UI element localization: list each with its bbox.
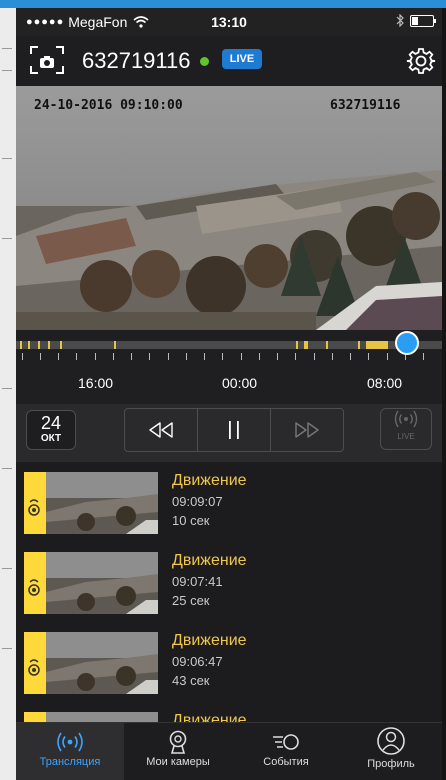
event-time: 09:09:07: [172, 494, 223, 509]
timeline-handle[interactable]: [395, 331, 419, 355]
event-marker: [326, 341, 328, 349]
list-item[interactable]: Движение 09:09:07 10 сек: [16, 462, 442, 542]
rewind-button[interactable]: [125, 409, 198, 451]
bluetooth-icon: [396, 14, 404, 27]
motion-icon: [28, 499, 40, 516]
motion-stripe: [24, 552, 46, 614]
motion-stripe: [24, 712, 46, 722]
timeline-label: 00:00: [222, 375, 258, 391]
snapshot-icon[interactable]: [30, 45, 64, 75]
timeline[interactable]: 16:00 00:00 08:00: [16, 330, 442, 404]
event-title: Движение: [172, 712, 247, 722]
event-title: Движение: [172, 632, 247, 649]
tab-bar: Трансляция Мои камеры События Профиль: [16, 722, 442, 780]
date-picker-button[interactable]: 24 ОКТ: [26, 410, 76, 450]
desktop-right-edge: [442, 8, 446, 780]
motion-icon: [28, 579, 40, 596]
battery-icon: [410, 14, 436, 27]
event-duration: 10 сек: [172, 513, 210, 528]
pause-icon: [229, 421, 239, 439]
tab-label: Мои камеры: [146, 756, 210, 768]
playback-group: [124, 408, 344, 452]
status-bar: ●●●●● MegaFon 13:10: [16, 8, 442, 36]
tab-my-cameras[interactable]: Мои камеры: [124, 723, 232, 780]
list-item[interactable]: Движение 09:07:41 25 сек: [16, 542, 442, 622]
camera-id: 632719116: [82, 48, 191, 73]
motion-stripe: [24, 472, 46, 534]
live-video[interactable]: 24-10-2016 09:10:00 632719116: [16, 86, 442, 330]
event-time: 09:07:41: [172, 574, 223, 589]
event-list: Движение 09:09:07 10 сек Движение 09:07:…: [16, 462, 442, 722]
event-thumbnail: [46, 712, 158, 722]
event-thumbnail: [46, 552, 158, 614]
tab-label: Профиль: [367, 758, 415, 770]
event-duration: 25 сек: [172, 593, 210, 608]
event-title: Движение: [172, 472, 247, 489]
desktop-top-strip: [0, 0, 446, 8]
tab-label: Трансляция: [39, 756, 101, 768]
event-time: 09:06:47: [172, 654, 223, 669]
broadcast-icon: [394, 410, 418, 428]
desktop-left-panel: [0, 8, 17, 780]
timeline-label: 08:00: [367, 375, 403, 391]
event-marker: [48, 341, 50, 349]
camera-view-image: [16, 86, 442, 330]
tab-profile[interactable]: Профиль: [340, 723, 442, 780]
tab-broadcast[interactable]: Трансляция: [16, 723, 124, 780]
event-marker: [366, 341, 388, 349]
camera-overlay: 632719116: [330, 98, 401, 113]
playback-controls: 24 ОКТ LIVE: [16, 404, 442, 462]
phone-app: ●●●●● MegaFon 13:10 632719116 LIVE 24-10…: [16, 8, 442, 780]
events-icon: [273, 734, 299, 750]
motion-stripe: [24, 632, 46, 694]
date-month: ОКТ: [40, 433, 62, 444]
pause-button[interactable]: [198, 409, 271, 451]
profile-icon: [377, 727, 405, 755]
tab-events[interactable]: События: [232, 723, 340, 780]
event-marker: [28, 341, 30, 349]
event-marker: [358, 341, 360, 349]
timestamp-overlay: 24-10-2016 09:10:00: [34, 98, 183, 113]
go-live-label: LIVE: [397, 432, 415, 441]
motion-icon: [28, 659, 40, 676]
timeline-label: 16:00: [78, 375, 114, 391]
online-indicator: [200, 57, 209, 66]
event-marker: [20, 341, 22, 349]
broadcast-icon: [57, 732, 83, 752]
tab-label: События: [263, 756, 309, 768]
list-item[interactable]: Движение 09:06:47 43 сек: [16, 622, 442, 702]
live-badge: LIVE: [222, 49, 262, 69]
webcam-icon: [169, 730, 187, 754]
event-marker: [304, 341, 308, 349]
go-live-button[interactable]: LIVE: [380, 408, 432, 450]
fast-forward-icon: [295, 422, 319, 438]
event-marker: [114, 341, 116, 349]
event-title: Движение: [172, 552, 247, 569]
event-marker: [60, 341, 62, 349]
event-duration: 43 сек: [172, 673, 210, 688]
rewind-icon: [149, 422, 173, 438]
camera-header: 632719116 LIVE: [16, 36, 442, 86]
fast-forward-button[interactable]: [271, 409, 343, 451]
event-marker: [296, 341, 298, 349]
clock: 13:10: [211, 14, 247, 30]
event-marker: [38, 341, 40, 349]
list-item[interactable]: Движение: [16, 702, 442, 722]
event-thumbnail: [46, 632, 158, 694]
gear-icon[interactable]: [406, 46, 436, 76]
date-day: 24: [40, 413, 62, 433]
event-thumbnail: [46, 472, 158, 534]
